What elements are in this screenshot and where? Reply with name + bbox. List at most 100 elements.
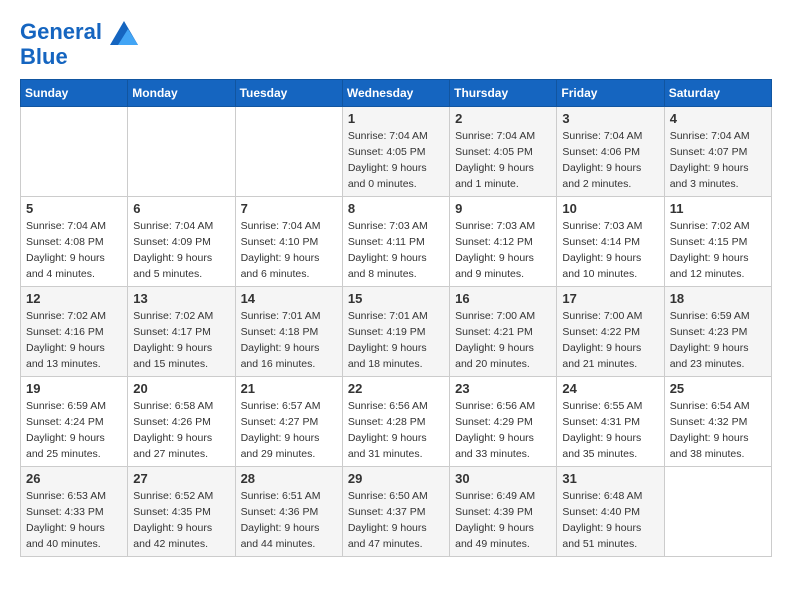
day-number: 17 (562, 291, 658, 306)
day-info: Sunrise: 6:59 AM Sunset: 4:24 PM Dayligh… (26, 399, 122, 462)
day-info: Sunrise: 7:01 AM Sunset: 4:18 PM Dayligh… (241, 309, 337, 372)
calendar-cell: 22Sunrise: 6:56 AM Sunset: 4:28 PM Dayli… (342, 377, 449, 467)
day-number: 30 (455, 471, 551, 486)
weekday-tuesday: Tuesday (235, 80, 342, 107)
calendar-cell: 14 Sunrise: 7:01 AM Sunset: 4:18 PM Dayli… (235, 287, 342, 377)
weekday-sunday: Sunday (21, 80, 128, 107)
day-info: Sunrise: 7:04 AM Sunset: 4:08 PM Dayligh… (26, 219, 122, 282)
day-info: Sunrise: 6:58 AM Sunset: 4:26 PM Dayligh… (133, 399, 229, 462)
calendar-cell: 24 Sunrise: 6:55 AM Sunset: 4:31 PM Dayli… (557, 377, 664, 467)
calendar-cell: 30 Sunrise: 6:49 AM Sunset: 4:39 PM Dayli… (450, 467, 557, 557)
calendar-cell: 4 Sunrise: 7:04 AM Sunset: 4:07 PM Daylig… (664, 107, 771, 197)
calendar-cell: 26 Sunrise: 6:53 AM Sunset: 4:33 PM Dayli… (21, 467, 128, 557)
calendar-cell: 19Sunrise: 6:59 AM Sunset: 4:24 PM Dayli… (21, 377, 128, 467)
day-number: 27 (133, 471, 229, 486)
day-number: 8 (348, 201, 444, 216)
day-number: 14 (241, 291, 337, 306)
logo-text: General (20, 20, 140, 45)
day-number: 26 (26, 471, 122, 486)
day-info: Sunrise: 7:04 AM Sunset: 4:07 PM Dayligh… (670, 129, 766, 192)
day-number: 5 (26, 201, 122, 216)
calendar-cell: 25 Sunrise: 6:54 AM Sunset: 4:32 PM Dayli… (664, 377, 771, 467)
calendar-week-1: 1 Sunrise: 7:04 AM Sunset: 4:05 PM Daylig… (21, 107, 772, 197)
logo-general: General (20, 19, 102, 44)
day-number: 20 (133, 381, 229, 396)
calendar-cell: 31 Sunrise: 6:48 AM Sunset: 4:40 PM Dayli… (557, 467, 664, 557)
day-info: Sunrise: 7:00 AM Sunset: 4:22 PM Dayligh… (562, 309, 658, 372)
calendar-week-3: 12 Sunrise: 7:02 AM Sunset: 4:16 PM Dayli… (21, 287, 772, 377)
calendar-cell: 18 Sunrise: 6:59 AM Sunset: 4:23 PM Dayli… (664, 287, 771, 377)
day-info: Sunrise: 7:04 AM Sunset: 4:05 PM Dayligh… (348, 129, 444, 192)
calendar-cell (664, 467, 771, 557)
day-info: Sunrise: 7:03 AM Sunset: 4:12 PM Dayligh… (455, 219, 551, 282)
calendar-cell: 12 Sunrise: 7:02 AM Sunset: 4:16 PM Dayli… (21, 287, 128, 377)
calendar-cell: 10 Sunrise: 7:03 AM Sunset: 4:14 PM Dayli… (557, 197, 664, 287)
day-number: 31 (562, 471, 658, 486)
day-number: 24 (562, 381, 658, 396)
day-number: 21 (241, 381, 337, 396)
calendar-cell: 27 Sunrise: 6:52 AM Sunset: 4:35 PM Dayli… (128, 467, 235, 557)
calendar-cell: 16 Sunrise: 7:00 AM Sunset: 4:21 PM Dayli… (450, 287, 557, 377)
day-info: Sunrise: 6:53 AM Sunset: 4:33 PM Dayligh… (26, 489, 122, 552)
calendar-cell: 11 Sunrise: 7:02 AM Sunset: 4:15 PM Dayli… (664, 197, 771, 287)
day-number: 3 (562, 111, 658, 126)
day-info: Sunrise: 7:01 AM Sunset: 4:19 PM Dayligh… (348, 309, 444, 372)
day-info: Sunrise: 7:03 AM Sunset: 4:14 PM Dayligh… (562, 219, 658, 282)
calendar-cell: 1 Sunrise: 7:04 AM Sunset: 4:05 PM Daylig… (342, 107, 449, 197)
calendar-cell: 28Sunrise: 6:51 AM Sunset: 4:36 PM Dayli… (235, 467, 342, 557)
day-info: Sunrise: 7:04 AM Sunset: 4:05 PM Dayligh… (455, 129, 551, 192)
day-number: 6 (133, 201, 229, 216)
day-number: 16 (455, 291, 551, 306)
day-info: Sunrise: 6:59 AM Sunset: 4:23 PM Dayligh… (670, 309, 766, 372)
calendar-cell: 23 Sunrise: 6:56 AM Sunset: 4:29 PM Dayli… (450, 377, 557, 467)
calendar-cell: 9 Sunrise: 7:03 AM Sunset: 4:12 PM Daylig… (450, 197, 557, 287)
logo: General Blue (20, 20, 140, 69)
page-header: General Blue (20, 20, 772, 69)
day-number: 25 (670, 381, 766, 396)
calendar-cell (235, 107, 342, 197)
day-info: Sunrise: 7:02 AM Sunset: 4:16 PM Dayligh… (26, 309, 122, 372)
calendar-cell: 7 Sunrise: 7:04 AM Sunset: 4:10 PM Daylig… (235, 197, 342, 287)
calendar-header: SundayMondayTuesdayWednesdayThursdayFrid… (21, 80, 772, 107)
calendar-cell: 15 Sunrise: 7:01 AM Sunset: 4:19 PM Dayli… (342, 287, 449, 377)
day-number: 13 (133, 291, 229, 306)
calendar-cell: 17 Sunrise: 7:00 AM Sunset: 4:22 PM Dayli… (557, 287, 664, 377)
weekday-thursday: Thursday (450, 80, 557, 107)
day-number: 29 (348, 471, 444, 486)
day-number: 18 (670, 291, 766, 306)
day-info: Sunrise: 7:04 AM Sunset: 4:06 PM Dayligh… (562, 129, 658, 192)
weekday-saturday: Saturday (664, 80, 771, 107)
day-info: Sunrise: 7:00 AM Sunset: 4:21 PM Dayligh… (455, 309, 551, 372)
calendar-cell: 21 Sunrise: 6:57 AM Sunset: 4:27 PM Dayli… (235, 377, 342, 467)
day-info: Sunrise: 6:56 AM Sunset: 4:29 PM Dayligh… (455, 399, 551, 462)
calendar-cell: 8 Sunrise: 7:03 AM Sunset: 4:11 PM Daylig… (342, 197, 449, 287)
day-info: Sunrise: 7:04 AM Sunset: 4:09 PM Dayligh… (133, 219, 229, 282)
day-number: 7 (241, 201, 337, 216)
day-info: Sunrise: 6:52 AM Sunset: 4:35 PM Dayligh… (133, 489, 229, 552)
calendar-week-4: 19Sunrise: 6:59 AM Sunset: 4:24 PM Dayli… (21, 377, 772, 467)
calendar-cell: 20 Sunrise: 6:58 AM Sunset: 4:26 PM Dayli… (128, 377, 235, 467)
day-number: 15 (348, 291, 444, 306)
day-info: Sunrise: 6:48 AM Sunset: 4:40 PM Dayligh… (562, 489, 658, 552)
day-info: Sunrise: 6:54 AM Sunset: 4:32 PM Dayligh… (670, 399, 766, 462)
calendar-body: 1 Sunrise: 7:04 AM Sunset: 4:05 PM Daylig… (21, 107, 772, 557)
day-number: 10 (562, 201, 658, 216)
day-info: Sunrise: 7:04 AM Sunset: 4:10 PM Dayligh… (241, 219, 337, 282)
day-number: 11 (670, 201, 766, 216)
day-info: Sunrise: 6:49 AM Sunset: 4:39 PM Dayligh… (455, 489, 551, 552)
day-number: 12 (26, 291, 122, 306)
day-number: 23 (455, 381, 551, 396)
day-info: Sunrise: 6:57 AM Sunset: 4:27 PM Dayligh… (241, 399, 337, 462)
day-info: Sunrise: 7:03 AM Sunset: 4:11 PM Dayligh… (348, 219, 444, 282)
day-number: 4 (670, 111, 766, 126)
day-info: Sunrise: 6:56 AM Sunset: 4:28 PM Dayligh… (348, 399, 444, 462)
calendar-cell: 2Sunrise: 7:04 AM Sunset: 4:05 PM Daylig… (450, 107, 557, 197)
day-info: Sunrise: 7:02 AM Sunset: 4:15 PM Dayligh… (670, 219, 766, 282)
day-number: 1 (348, 111, 444, 126)
day-info: Sunrise: 6:51 AM Sunset: 4:36 PM Dayligh… (241, 489, 337, 552)
calendar-cell (128, 107, 235, 197)
day-info: Sunrise: 6:55 AM Sunset: 4:31 PM Dayligh… (562, 399, 658, 462)
calendar-week-2: 5 Sunrise: 7:04 AM Sunset: 4:08 PM Daylig… (21, 197, 772, 287)
day-number: 9 (455, 201, 551, 216)
weekday-friday: Friday (557, 80, 664, 107)
